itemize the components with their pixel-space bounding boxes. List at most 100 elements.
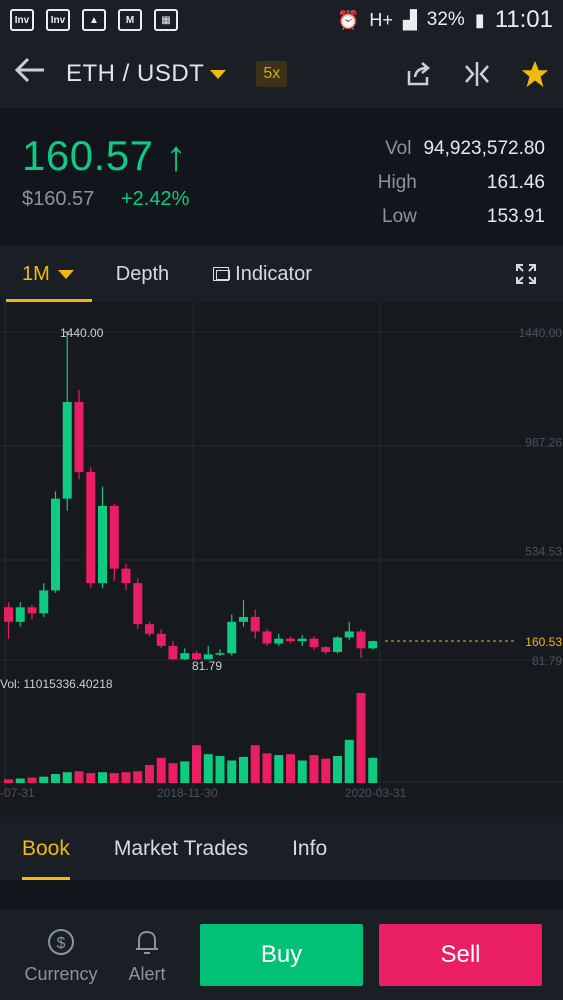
candlestick-chart[interactable]: 1440.00 987.26 534.53 81.79 1440.00 81.79 160.… <box>0 302 563 817</box>
candle-body <box>98 505 107 584</box>
volume-bar <box>27 777 37 783</box>
candle-body <box>145 624 154 634</box>
volume-bar <box>368 757 378 783</box>
candle-body <box>62 402 72 499</box>
volume-bar <box>133 771 143 783</box>
currency-icon: $ <box>48 928 74 955</box>
high-value: 161.46 <box>486 172 545 193</box>
current-price-label: 160.53 <box>525 635 562 649</box>
price-change: +2.42% <box>121 188 190 210</box>
network-type: H+ <box>369 9 393 30</box>
clock: 11:01 <box>494 6 553 33</box>
tab-book[interactable]: Book <box>22 817 70 880</box>
chevron-down-icon <box>57 269 74 279</box>
ticker-stats: Vol 94,923,572.80 High 161.46 Low 153.91 <box>378 138 545 240</box>
share-icon[interactable] <box>405 60 433 88</box>
up-arrow-icon: ↑ <box>165 132 188 179</box>
y-tick-label: 81.79 <box>532 654 562 668</box>
volume-bar <box>356 693 366 783</box>
y-tick-label: 987.26 <box>525 435 562 449</box>
last-price: 160.57 ↑ <box>22 132 188 179</box>
candle-body <box>109 505 119 569</box>
volume-bar <box>344 739 354 783</box>
min-price-label: 81.79 <box>192 659 222 673</box>
compare-icon[interactable] <box>463 60 491 88</box>
trade-header: ETH / USDT 5x <box>0 40 563 108</box>
high-label: High <box>377 172 417 193</box>
volume-bar <box>180 761 190 783</box>
candle-body <box>156 633 166 646</box>
tab-depth[interactable]: Depth <box>116 246 169 302</box>
candle-body <box>356 631 366 649</box>
candle-body <box>309 638 319 648</box>
volume-bar <box>109 773 119 783</box>
candle-body <box>297 638 307 642</box>
volume-bar <box>239 756 248 783</box>
alert-button[interactable]: Alert <box>104 926 190 985</box>
book-tabs: Book Market Trades Info <box>0 817 563 880</box>
volume-bar <box>192 745 201 783</box>
currency-button[interactable]: $ Currency <box>18 926 104 985</box>
candle-body <box>51 498 60 591</box>
volume-bar <box>62 772 72 783</box>
favorite-star-icon[interactable] <box>521 60 549 88</box>
y-tick-label: 534.53 <box>525 545 562 559</box>
tab-market-trades[interactable]: Market Trades <box>114 817 248 880</box>
candle-body <box>368 641 378 649</box>
signal-icon: ▟ <box>402 9 417 30</box>
volume-bar <box>74 771 84 783</box>
sell-button[interactable]: Sell <box>379 924 542 986</box>
y-tick-label: 1440.00 <box>519 326 563 340</box>
x-tick-label: 2020-03-31 <box>345 786 407 800</box>
chart-canvas[interactable]: 1440.00 987.26 534.53 81.79 1440.00 81.79 160.… <box>0 302 563 817</box>
fullscreen-icon[interactable] <box>515 246 537 302</box>
volume-bar <box>215 756 225 783</box>
x-tick-label: -07-31 <box>0 786 35 800</box>
volume-bar <box>86 773 96 783</box>
tab-info[interactable]: Info <box>292 817 327 880</box>
candle-body <box>274 638 284 644</box>
alarm-icon: ⏰ <box>337 9 360 30</box>
battery-icon: ▮ <box>474 9 485 30</box>
candle-body <box>215 653 225 655</box>
volume-bar <box>121 772 131 783</box>
volume-bar <box>15 778 25 783</box>
candle-body <box>168 645 178 660</box>
volume-bar <box>51 774 60 783</box>
status-bar: Inv Inv ▲ M ▦ ⏰ H+ ▟ 32% ▮ 11:01 <box>0 0 563 40</box>
volume-bar <box>309 755 319 783</box>
gallery-icon: ▲ <box>82 9 106 31</box>
high-row: High 161.46 <box>378 172 545 206</box>
leverage-badge[interactable]: 5x <box>256 61 288 87</box>
candle-body <box>86 472 96 584</box>
candle-body <box>286 638 295 642</box>
bell-icon <box>136 930 158 954</box>
fiat-price: $160.57 <box>22 188 95 210</box>
volume-label: Vol: 11015336.40218 <box>0 677 113 691</box>
chevron-down-icon[interactable] <box>210 69 227 79</box>
candle-body <box>262 631 272 644</box>
candle-body <box>27 607 37 614</box>
svg-text:$: $ <box>57 935 66 952</box>
back-arrow-icon[interactable] <box>14 56 54 92</box>
buy-button[interactable]: Buy <box>200 924 363 986</box>
candle-body <box>121 568 131 584</box>
tab-interval[interactable]: 1M <box>6 246 92 302</box>
volume-bar <box>203 754 213 783</box>
volume-bar <box>333 756 342 783</box>
candle-body <box>133 583 143 625</box>
low-row: Low 153.91 <box>378 206 545 240</box>
candle-body <box>39 590 49 614</box>
volume-bar <box>250 745 260 783</box>
investing-app-icon: Inv <box>10 9 34 31</box>
volume-bar <box>156 757 166 783</box>
volume-bar <box>321 758 331 783</box>
currency-label: Currency <box>24 963 98 984</box>
candle-body <box>250 616 260 632</box>
bottom-action-bar: $ Currency Alert Buy Sell <box>0 910 563 1000</box>
tab-indicator[interactable]: Indicator <box>213 246 312 302</box>
volume-bar <box>297 760 307 783</box>
x-tick-label: 2018-11-30 <box>157 786 218 800</box>
candle-body <box>321 647 331 652</box>
pair-selector[interactable]: ETH / USDT <box>66 60 204 88</box>
